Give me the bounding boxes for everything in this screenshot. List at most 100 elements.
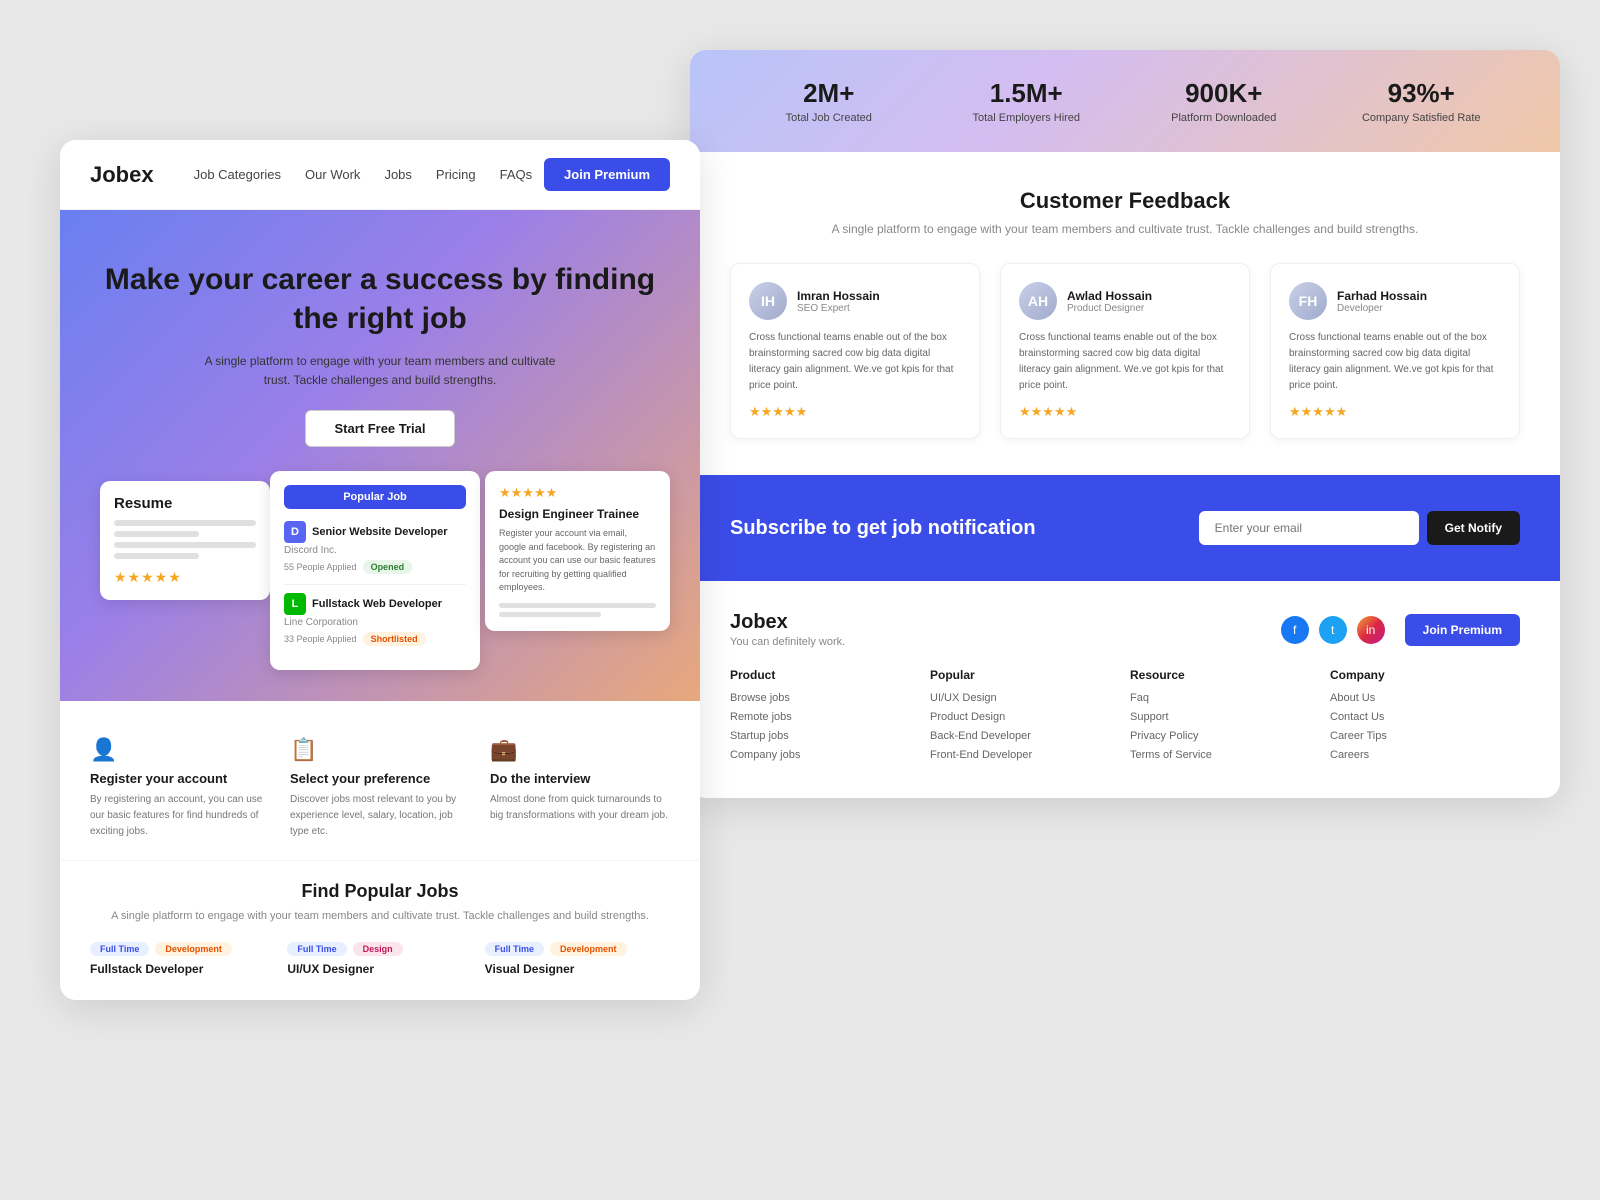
- stat-platform: 900K+ Platform Downloaded: [1125, 78, 1323, 124]
- stat-satisfied: 93%+ Company Satisfied Rate: [1323, 78, 1521, 124]
- step-register-title: Register your account: [90, 771, 270, 786]
- nav-pricing[interactable]: Pricing: [436, 167, 476, 182]
- jobs-section: Find Popular Jobs A single platform to e…: [60, 860, 700, 1000]
- stat-total-jobs: 2M+ Total Job Created: [730, 78, 928, 124]
- tag-dev-3: Development: [550, 942, 627, 956]
- nav-job-categories[interactable]: Job Categories: [194, 167, 281, 182]
- instagram-icon[interactable]: in: [1357, 616, 1385, 644]
- feedback-subtitle: A single platform to engage with your te…: [730, 220, 1520, 239]
- footer-link-careers[interactable]: Careers: [1330, 749, 1520, 761]
- navbar-logo: Jobex: [90, 162, 154, 188]
- briefcase-icon: [490, 737, 670, 763]
- reviewer-info-1: Imran Hossain SEO Expert: [797, 289, 880, 314]
- hero-cards: Resume ★★★★★ Popular Job D Senior Websit…: [90, 471, 670, 671]
- step-register: Register your account By registering an …: [90, 737, 270, 840]
- twitter-icon[interactable]: t: [1319, 616, 1347, 644]
- resume-stars: ★★★★★: [114, 569, 256, 586]
- footer-col-title-company: Company: [1330, 668, 1520, 682]
- footer-col-title-popular: Popular: [930, 668, 1120, 682]
- list-icon: [290, 737, 470, 763]
- feedback-text-1: Cross functional teams enable out of the…: [749, 330, 961, 394]
- job-item-2-header: L Fullstack Web Developer: [284, 593, 466, 615]
- feedback-card-3: FH Farhad Hossain Developer Cross functi…: [1270, 263, 1520, 439]
- facebook-icon[interactable]: f: [1281, 616, 1309, 644]
- footer-link-about-us[interactable]: About Us: [1330, 692, 1520, 704]
- job-card-name-3: Visual Designer: [485, 962, 670, 976]
- get-notify-button[interactable]: Get Notify: [1427, 511, 1520, 545]
- stat-number-jobs: 2M+: [730, 78, 928, 109]
- footer-link-browse-jobs[interactable]: Browse jobs: [730, 692, 920, 704]
- job-badge-2: Shortlisted: [363, 632, 426, 646]
- footer-link-support[interactable]: Support: [1130, 711, 1320, 723]
- job-meta-2: 33 People Applied Shortlisted: [284, 632, 466, 646]
- footer-link-remote-jobs[interactable]: Remote jobs: [730, 711, 920, 723]
- avatar-1: IH: [749, 282, 787, 320]
- navbar: Jobex Job Categories Our Work Jobs Prici…: [60, 140, 700, 210]
- resume-line-2: [114, 531, 199, 537]
- job-card-tags-3: Full Time Development: [485, 942, 670, 956]
- feedback-grid: IH Imran Hossain SEO Expert Cross functi…: [730, 263, 1520, 439]
- footer-col-title-product: Product: [730, 668, 920, 682]
- job-card-visual: Full Time Development Visual Designer: [485, 942, 670, 976]
- footer-link-company-jobs[interactable]: Company jobs: [730, 749, 920, 761]
- footer-col-company: Company About Us Contact Us Career Tips …: [1330, 668, 1520, 768]
- feedback-stars-3: ★★★★★: [1289, 404, 1501, 420]
- subscribe-email-input[interactable]: [1199, 511, 1419, 545]
- reviewer-info-2: Awlad Hossain Product Designer: [1067, 289, 1152, 314]
- footer-brand: Jobex You can definitely work.: [730, 611, 845, 648]
- stat-label-jobs: Total Job Created: [730, 112, 928, 124]
- reviewer-role-3: Developer: [1337, 303, 1427, 314]
- step-interview-title: Do the interview: [490, 771, 670, 786]
- footer-tagline: You can definitely work.: [730, 636, 845, 648]
- discord-icon: D: [284, 521, 306, 543]
- stat-label-satisfied: Company Satisfied Rate: [1323, 112, 1521, 124]
- design-line-2: [499, 612, 601, 617]
- tag-design-2: Design: [353, 942, 403, 956]
- jobs-section-title: Find Popular Jobs: [90, 881, 670, 902]
- footer-link-frontend[interactable]: Front-End Developer: [930, 749, 1120, 761]
- reviewer-info-3: Farhad Hossain Developer: [1337, 289, 1427, 314]
- footer-col-product: Product Browse jobs Remote jobs Startup …: [730, 668, 920, 768]
- design-line-1: [499, 603, 656, 608]
- start-free-trial-button[interactable]: Start Free Trial: [305, 410, 454, 447]
- footer-link-startup-jobs[interactable]: Startup jobs: [730, 730, 920, 742]
- step-interview-desc: Almost done from quick turnarounds to bi…: [490, 792, 670, 824]
- nav-jobs[interactable]: Jobs: [384, 167, 411, 182]
- design-engineer-card: ★★★★★ Design Engineer Trainee Register y…: [485, 471, 670, 631]
- design-lines: [499, 603, 656, 617]
- job-card-name-1: Fullstack Developer: [90, 962, 275, 976]
- feedback-card-1: IH Imran Hossain SEO Expert Cross functi…: [730, 263, 980, 439]
- stat-label-platform: Platform Downloaded: [1125, 112, 1323, 124]
- popular-job-badge: Popular Job: [284, 485, 466, 509]
- popular-job-card: Popular Job D Senior Website Developer D…: [270, 471, 480, 670]
- job-company-1: Discord Inc.: [284, 545, 466, 556]
- join-premium-button-nav[interactable]: Join Premium: [544, 158, 670, 191]
- join-premium-button-footer[interactable]: Join Premium: [1405, 614, 1520, 646]
- footer-link-career-tips[interactable]: Career Tips: [1330, 730, 1520, 742]
- feedback-text-2: Cross functional teams enable out of the…: [1019, 330, 1231, 394]
- hero-title: Make your career a success by finding th…: [90, 260, 670, 338]
- footer-social: f t in: [1281, 616, 1385, 644]
- job-divider: [284, 584, 466, 585]
- reviewer-name-3: Farhad Hossain: [1337, 289, 1427, 303]
- footer-top: Jobex You can definitely work. f t in Jo…: [730, 611, 1520, 648]
- footer-link-privacy[interactable]: Privacy Policy: [1130, 730, 1320, 742]
- job-item-1-header: D Senior Website Developer: [284, 521, 466, 543]
- job-item-1: D Senior Website Developer Discord Inc. …: [284, 521, 466, 574]
- feedback-section: Customer Feedback A single platform to e…: [690, 152, 1560, 475]
- stats-bar: 2M+ Total Job Created 1.5M+ Total Employ…: [690, 50, 1560, 152]
- footer-link-terms[interactable]: Terms of Service: [1130, 749, 1320, 761]
- feedback-stars-1: ★★★★★: [749, 404, 961, 420]
- footer-link-faq[interactable]: Faq: [1130, 692, 1320, 704]
- reviewer-name-2: Awlad Hossain: [1067, 289, 1152, 303]
- footer-col-popular: Popular UI/UX Design Product Design Back…: [930, 668, 1120, 768]
- footer-link-product-design[interactable]: Product Design: [930, 711, 1120, 723]
- nav-our-work[interactable]: Our Work: [305, 167, 360, 182]
- footer-link-backend[interactable]: Back-End Developer: [930, 730, 1120, 742]
- footer-link-contact-us[interactable]: Contact Us: [1330, 711, 1520, 723]
- footer-link-uiux[interactable]: UI/UX Design: [930, 692, 1120, 704]
- jobs-section-subtitle: A single platform to engage with your te…: [90, 908, 670, 926]
- navbar-links: Job Categories Our Work Jobs Pricing FAQ…: [194, 167, 544, 182]
- stat-employers: 1.5M+ Total Employers Hired: [928, 78, 1126, 124]
- nav-faqs[interactable]: FAQs: [500, 167, 533, 182]
